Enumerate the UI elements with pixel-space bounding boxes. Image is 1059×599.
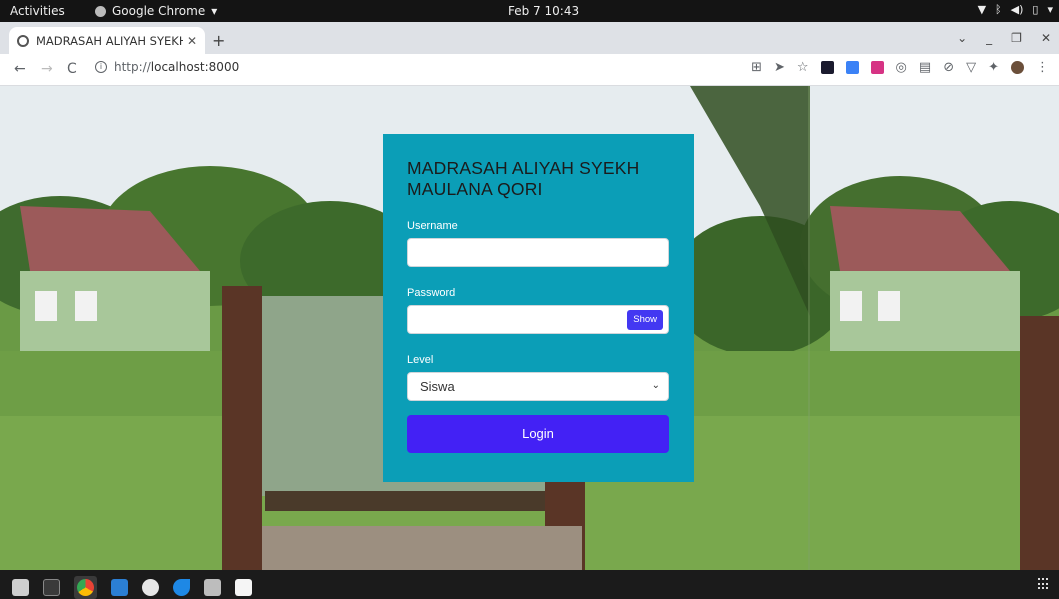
bookmark-star-icon[interactable]: ☆ xyxy=(797,61,809,74)
forward-icon[interactable]: → xyxy=(41,61,53,77)
activities-button[interactable]: Activities xyxy=(10,4,65,18)
terminal-icon[interactable] xyxy=(43,579,60,596)
url-host: localhost:8000 xyxy=(150,60,240,74)
password-label: Password xyxy=(407,287,456,299)
extension-stack-icon[interactable] xyxy=(870,61,884,74)
level-selected-value: Siswa xyxy=(420,379,455,394)
chevron-down-icon: ⌄ xyxy=(651,380,660,391)
show-apps-icon[interactable] xyxy=(1038,578,1050,590)
info-icon[interactable]: i xyxy=(95,61,107,73)
window-controls: ⌄ _ ❐ ✕ xyxy=(957,31,1051,45)
extensions-bar: ⊞ ➤ ☆ ◎ ▤ ⊘ ▽ ✦ ⋮ xyxy=(751,61,1049,74)
volume-icon: ◀) xyxy=(1010,3,1024,16)
chrome-dock-item[interactable] xyxy=(74,576,97,599)
tab-search-icon[interactable]: ⌄ xyxy=(957,31,967,45)
system-tray[interactable]: ▼ ᛒ ◀) ▯ ▾ xyxy=(978,3,1053,16)
files-icon[interactable] xyxy=(12,579,29,596)
password-field-wrapper: Show xyxy=(407,305,669,334)
reload-icon[interactable]: C xyxy=(67,61,77,77)
chrome-small-icon xyxy=(95,5,106,17)
system-top-bar: Activities Google Chrome ▾ Feb 7 10:43 ▼… xyxy=(0,0,1059,22)
extension-flag-icon[interactable]: ▤ xyxy=(919,61,931,74)
minimize-icon[interactable]: _ xyxy=(986,31,992,45)
extension-blue-icon[interactable] xyxy=(845,61,859,74)
globe-icon xyxy=(17,34,29,47)
level-select[interactable]: Siswa ⌄ xyxy=(407,372,669,401)
clock[interactable]: Feb 7 10:43 xyxy=(508,4,579,18)
extensions-puzzle-icon[interactable]: ✦ xyxy=(988,61,999,74)
maximize-icon[interactable]: ❐ xyxy=(1011,31,1022,45)
login-card: MADRASAH ALIYAH SYEKH MAULANA QORI Usern… xyxy=(383,134,694,482)
username-label: Username xyxy=(407,220,458,232)
browser-toolbar: ← → C i http://localhost:8000 ⊞ ➤ ☆ ◎ ▤ … xyxy=(0,54,1059,86)
address-bar[interactable]: i http://localhost:8000 xyxy=(95,60,239,74)
url-scheme: http:// xyxy=(114,60,151,74)
back-icon[interactable]: ← xyxy=(14,61,26,77)
login-button[interactable]: Login xyxy=(407,415,669,453)
chrome-icon xyxy=(77,579,94,596)
extension-circle-icon[interactable]: ◎ xyxy=(896,61,907,74)
extension-sync-icon[interactable]: ⊘ xyxy=(943,61,954,74)
bluetooth-icon: ᛒ xyxy=(995,3,1002,16)
emoji-icon[interactable] xyxy=(142,579,159,596)
level-label: Level xyxy=(407,354,434,366)
app-menu-label: Google Chrome xyxy=(112,4,206,18)
battery-icon: ▯ xyxy=(1032,3,1039,16)
username-input[interactable] xyxy=(408,239,668,266)
profile-avatar[interactable] xyxy=(1011,61,1024,74)
dock xyxy=(12,576,252,599)
new-tab-button[interactable]: + xyxy=(212,31,225,50)
vscode-icon[interactable] xyxy=(111,579,128,596)
mysql-workbench-icon[interactable] xyxy=(173,579,190,596)
caret-down-icon: ▾ xyxy=(211,4,218,18)
caret-down-icon: ▾ xyxy=(1047,3,1053,16)
login-title: MADRASAH ALIYAH SYEKH MAULANA QORI xyxy=(407,158,640,199)
wifi-icon: ▼ xyxy=(977,3,987,16)
send-icon[interactable]: ➤ xyxy=(774,61,785,74)
username-field-wrapper xyxy=(407,238,669,267)
page-viewport: MADRASAH ALIYAH SYEKH MAULANA QORI Usern… xyxy=(0,86,1059,570)
browser-tab[interactable]: MADRASAH ALIYAH SYEKH ✕ xyxy=(9,27,205,54)
more-menu-icon[interactable]: ⋮ xyxy=(1036,61,1049,74)
tab-strip: MADRASAH ALIYAH SYEKH ✕ + ⌄ _ ❐ ✕ xyxy=(0,22,1059,54)
virtualbox-icon[interactable] xyxy=(204,579,221,596)
taskbar xyxy=(0,570,1059,599)
app-menu[interactable]: Google Chrome ▾ xyxy=(95,4,217,18)
tab-title: MADRASAH ALIYAH SYEKH xyxy=(36,33,183,48)
show-password-button[interactable]: Show xyxy=(627,310,663,330)
translate-icon[interactable]: ⊞ xyxy=(751,61,762,74)
text-editor-icon[interactable] xyxy=(235,579,252,596)
extension-vue-icon[interactable]: ▽ xyxy=(966,61,976,74)
close-window-icon[interactable]: ✕ xyxy=(1041,31,1051,45)
close-tab-icon[interactable]: ✕ xyxy=(187,34,197,48)
extension-pocket-icon[interactable] xyxy=(820,61,834,74)
